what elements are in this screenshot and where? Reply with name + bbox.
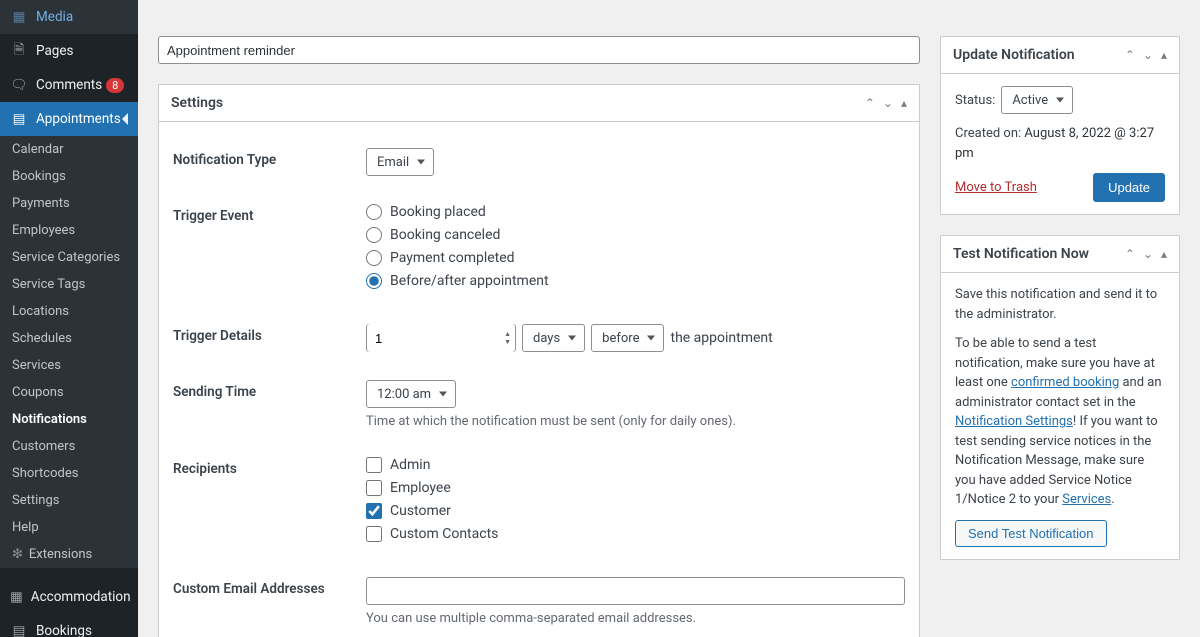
sidebar-item-accommodation[interactable]: ▦ Accommodation: [0, 580, 138, 614]
checkbox-custom-contacts[interactable]: Custom Contacts: [366, 526, 905, 542]
sending-time-select[interactable]: 12:00 am: [366, 380, 456, 408]
test-text-1: Save this notification and send it to th…: [955, 285, 1165, 324]
sidebar-sub-extensions[interactable]: ❇Extensions: [0, 541, 138, 568]
sidebar-sub-coupons[interactable]: Coupons: [0, 379, 138, 406]
send-test-notification-button[interactable]: Send Test Notification: [955, 520, 1107, 547]
settings-heading: Settings: [171, 95, 865, 111]
sidebar-item-appointments[interactable]: ▤ Appointments: [0, 102, 138, 136]
spinner-down-icon[interactable]: ▼: [504, 339, 511, 346]
trigger-details-suffix: the appointment: [670, 330, 772, 346]
trigger-details-label: Trigger Details: [173, 324, 366, 344]
comments-icon: 🗨: [10, 76, 28, 94]
sidebar-item-bookings-bottom[interactable]: ▤ Bookings: [0, 614, 138, 637]
test-text-2: To be able to send a test notification, …: [955, 334, 1165, 510]
custom-email-label: Custom Email Addresses: [173, 577, 366, 597]
created-label: Created on:: [955, 126, 1021, 141]
recipients-label: Recipients: [173, 457, 366, 477]
sidebar-sub-schedules[interactable]: Schedules: [0, 325, 138, 352]
notification-type-select[interactable]: Email: [366, 148, 434, 176]
sidebar-sub-services[interactable]: Services: [0, 352, 138, 379]
chevron-down-icon[interactable]: ⌄: [883, 96, 893, 110]
comments-badge: 8: [106, 78, 124, 93]
collapse-icon[interactable]: ▴: [1161, 247, 1167, 261]
sidebar-sub-service-tags[interactable]: Service Tags: [0, 271, 138, 298]
settings-header: Settings ⌃ ⌄ ▴: [159, 85, 919, 122]
checkbox-admin[interactable]: Admin: [366, 457, 905, 473]
update-box-title: Update Notification: [953, 47, 1125, 63]
calendar-icon: ▤: [10, 110, 28, 128]
checkbox-customer[interactable]: Customer: [366, 503, 905, 519]
sidebar-sub-locations[interactable]: Locations: [0, 298, 138, 325]
notification-title-input[interactable]: [158, 36, 920, 64]
chevron-down-icon[interactable]: ⌄: [1143, 247, 1153, 261]
sidebar-sub-shortcodes[interactable]: Shortcodes: [0, 460, 138, 487]
trigger-details-unit-select[interactable]: days: [522, 324, 585, 352]
services-link[interactable]: Services: [1062, 492, 1111, 507]
collapse-icon[interactable]: ▴: [1161, 48, 1167, 62]
test-box-title: Test Notification Now: [953, 246, 1125, 262]
sending-time-label: Sending Time: [173, 380, 366, 400]
sidebar-item-comments[interactable]: 🗨 Comments 8: [0, 68, 138, 102]
extensions-icon: ❇: [12, 547, 23, 562]
sidebar-item-media[interactable]: ▦ Media: [0, 0, 138, 34]
sidebar-item-pages[interactable]: 🗎 Pages: [0, 34, 138, 68]
update-notification-postbox: Update Notification ⌃ ⌄ ▴ Status: Active…: [940, 36, 1180, 215]
sidebar-item-label: Accommodation: [31, 589, 131, 605]
radio-payment-completed[interactable]: Payment completed: [366, 250, 905, 266]
calendar-icon: ▤: [10, 622, 28, 637]
sidebar-sub-settings[interactable]: Settings: [0, 487, 138, 514]
radio-booking-canceled[interactable]: Booking canceled: [366, 227, 905, 243]
confirmed-booking-link[interactable]: confirmed booking: [1011, 375, 1119, 390]
collapse-icon[interactable]: ▴: [901, 96, 907, 110]
radio-before-after[interactable]: Before/after appointment: [366, 273, 905, 289]
sidebar-item-label: Comments: [36, 77, 102, 93]
notification-type-label: Notification Type: [173, 148, 366, 168]
update-button[interactable]: Update: [1093, 173, 1165, 202]
sidebar-sub-notifications[interactable]: Notifications: [0, 406, 138, 433]
settings-postbox: Settings ⌃ ⌄ ▴ Notification Type Email: [158, 84, 920, 637]
sidebar-sub-service-categories[interactable]: Service Categories: [0, 244, 138, 271]
status-select[interactable]: Active: [1001, 86, 1073, 114]
admin-sidebar: ▦ Media 🗎 Pages 🗨 Comments 8 ▤ Appointments C…: [0, 0, 138, 637]
sidebar-item-label: Media: [36, 9, 73, 25]
custom-email-hint: You can use multiple comma-separated ema…: [366, 611, 905, 626]
sidebar-sub-calendar[interactable]: Calendar: [0, 136, 138, 163]
sidebar-item-label: Bookings: [36, 623, 92, 637]
sidebar-sub-bookings[interactable]: Bookings: [0, 163, 138, 190]
active-arrow-icon: [122, 113, 128, 125]
pages-icon: 🗎: [10, 42, 28, 60]
radio-booking-placed[interactable]: Booking placed: [366, 204, 905, 220]
chevron-up-icon[interactable]: ⌃: [1125, 247, 1135, 261]
sidebar-sub-customers[interactable]: Customers: [0, 433, 138, 460]
sending-time-hint: Time at which the notification must be s…: [366, 414, 905, 429]
sidebar-item-label: Appointments: [36, 111, 121, 127]
sidebar-sub-payments[interactable]: Payments: [0, 190, 138, 217]
sidebar-sub-help[interactable]: Help: [0, 514, 138, 541]
status-label: Status:: [955, 93, 995, 108]
trigger-details-number[interactable]: ▲▼: [366, 324, 516, 352]
sidebar-item-label: Pages: [36, 43, 74, 59]
checkbox-employee[interactable]: Employee: [366, 480, 905, 496]
chevron-up-icon[interactable]: ⌃: [865, 96, 875, 110]
accommodation-icon: ▦: [10, 588, 23, 606]
custom-email-input[interactable]: [366, 577, 905, 605]
sidebar-submenu: Calendar Bookings Payments Employees Ser…: [0, 136, 138, 568]
trigger-details-relation-select[interactable]: before: [591, 324, 664, 352]
chevron-down-icon[interactable]: ⌄: [1143, 48, 1153, 62]
sidebar-sub-employees[interactable]: Employees: [0, 217, 138, 244]
chevron-up-icon[interactable]: ⌃: [1125, 48, 1135, 62]
test-notification-postbox: Test Notification Now ⌃ ⌄ ▴ Save this no…: [940, 235, 1180, 560]
trigger-event-label: Trigger Event: [173, 204, 366, 224]
notification-settings-link[interactable]: Notification Settings: [955, 414, 1073, 429]
main-content: Settings ⌃ ⌄ ▴ Notification Type Email: [138, 0, 1200, 637]
media-icon: ▦: [10, 8, 28, 26]
move-to-trash-link[interactable]: Move to Trash: [955, 180, 1037, 195]
spinner-up-icon[interactable]: ▲: [504, 331, 511, 338]
